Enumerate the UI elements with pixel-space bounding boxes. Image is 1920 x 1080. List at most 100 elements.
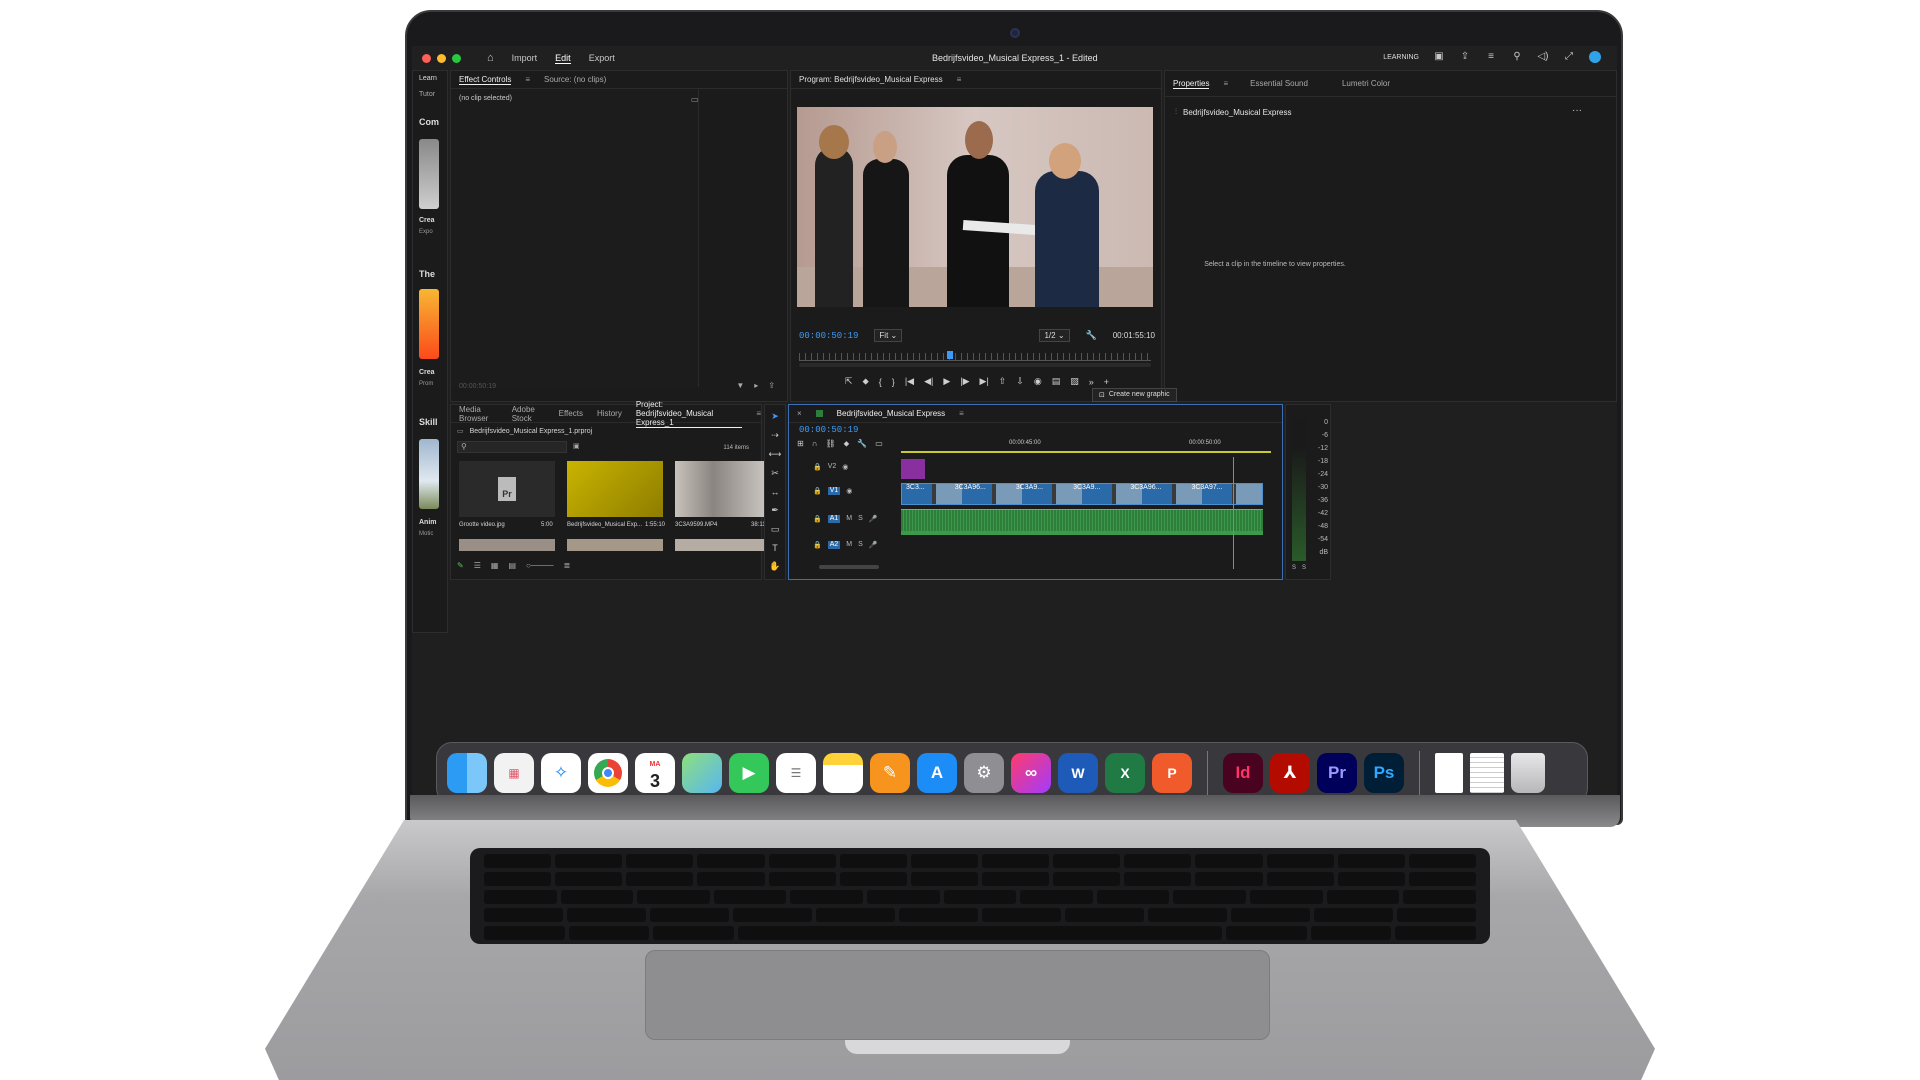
go-to-out-icon[interactable]: ▶| bbox=[980, 376, 989, 387]
track-name[interactable]: A1 bbox=[827, 515, 841, 523]
program-time-ruler[interactable] bbox=[799, 353, 1151, 361]
tab-history[interactable]: History bbox=[597, 409, 622, 418]
menu-lines-icon[interactable]: ≡ bbox=[1485, 51, 1497, 63]
export-frame-icon[interactable]: ⇪ bbox=[768, 381, 775, 390]
maps-icon[interactable] bbox=[682, 753, 722, 800]
fullscreen-icon[interactable]: ⤢ bbox=[1563, 51, 1575, 63]
solo-button[interactable]: S bbox=[858, 541, 863, 549]
step-forward-icon[interactable]: |▶ bbox=[960, 376, 969, 387]
trackpad[interactable] bbox=[645, 950, 1270, 1040]
mark-in-icon[interactable]: { bbox=[879, 377, 882, 387]
chrome-icon[interactable] bbox=[588, 753, 628, 800]
app-store-icon[interactable]: A bbox=[917, 753, 957, 793]
freeform-view-icon[interactable]: ▤ bbox=[508, 561, 516, 570]
panel-menu-icon[interactable]: ≡ bbox=[756, 409, 761, 418]
learn-item-title[interactable]: Crea bbox=[419, 217, 435, 224]
tab-effect-controls[interactable]: Effect Controls bbox=[459, 75, 512, 85]
tab-media-browser[interactable]: Media Browser bbox=[459, 405, 498, 423]
toggle-timeline-icon[interactable]: ▭ bbox=[691, 95, 699, 104]
more-icon[interactable]: » bbox=[1089, 377, 1094, 387]
meter-channel[interactable]: S bbox=[1292, 565, 1296, 571]
panel-menu-icon[interactable]: ≡ bbox=[525, 75, 530, 84]
microphone-icon[interactable]: 🎤 bbox=[869, 515, 878, 523]
volume-icon[interactable]: ◁) bbox=[1537, 51, 1549, 63]
a1-audio-clip[interactable] bbox=[901, 509, 1263, 531]
add-button-icon[interactable]: + bbox=[1104, 377, 1109, 387]
new-bin-icon[interactable]: ▣ bbox=[573, 442, 580, 450]
menu-import[interactable]: Import bbox=[512, 53, 538, 63]
timeline-scroll-bar[interactable] bbox=[819, 565, 879, 569]
mute-button[interactable]: M bbox=[846, 515, 852, 523]
slip-tool-icon[interactable]: ↔ bbox=[771, 487, 780, 497]
icon-view-icon[interactable]: ▦ bbox=[491, 561, 499, 570]
project-item-thumbnail[interactable] bbox=[675, 539, 771, 551]
panel-layout-icon[interactable]: ▣ bbox=[1433, 51, 1445, 63]
pages-icon[interactable]: ✎ bbox=[870, 753, 910, 793]
learn-item-title[interactable]: Crea bbox=[419, 369, 435, 376]
premiere-pro-icon[interactable]: Pr bbox=[1317, 753, 1357, 800]
solo-button[interactable]: S bbox=[858, 515, 863, 523]
ripple-edit-icon[interactable]: ⟷ bbox=[769, 449, 782, 460]
document-icon[interactable] bbox=[1435, 753, 1463, 793]
project-item-thumbnail[interactable] bbox=[567, 461, 663, 517]
sort-icon[interactable]: ≣ bbox=[564, 561, 571, 570]
launchpad-icon[interactable]: ▦ bbox=[494, 753, 534, 793]
rectangle-tool-icon[interactable]: ▭ bbox=[771, 524, 780, 535]
work-area-bar[interactable] bbox=[901, 451, 1271, 453]
v1-clip-track[interactable]: 3C3... 3C3A96... 3C3A9... 3C3A9... 3C3A9… bbox=[901, 483, 1263, 505]
lock-icon[interactable]: 🔒 bbox=[813, 463, 822, 471]
lift-clip-icon[interactable]: ⇧ bbox=[999, 376, 1007, 387]
extract-icon[interactable]: ⇩ bbox=[1016, 376, 1024, 387]
tab-project[interactable]: Project: Bedrijfsvideo_Musical Express_1 bbox=[635, 400, 743, 428]
avatar[interactable] bbox=[1589, 51, 1601, 63]
mark-out-icon[interactable]: } bbox=[892, 377, 895, 387]
tab-adobe-stock[interactable]: Adobe Stock bbox=[512, 405, 545, 423]
step-back-icon[interactable]: ◀| bbox=[924, 376, 933, 387]
insert-nest-icon[interactable]: ⊞ bbox=[797, 439, 804, 449]
project-item-thumbnail[interactable] bbox=[459, 539, 555, 551]
razor-icon[interactable]: ✂ bbox=[771, 468, 779, 479]
play-icon[interactable]: ▶ bbox=[943, 376, 950, 387]
close-icon[interactable]: × bbox=[797, 409, 802, 418]
photoshop-icon[interactable]: Ps bbox=[1364, 753, 1404, 800]
mute-button[interactable]: M bbox=[846, 541, 852, 549]
eye-icon[interactable]: ◉ bbox=[846, 487, 852, 495]
word-icon[interactable]: W bbox=[1058, 753, 1098, 800]
zoom-window-button[interactable] bbox=[452, 53, 461, 63]
more-options-icon[interactable]: ··· bbox=[1572, 105, 1582, 116]
learn-thumbnail[interactable] bbox=[419, 439, 439, 509]
workspace-label[interactable]: LEARNING bbox=[1383, 54, 1419, 61]
learn-thumbnail[interactable] bbox=[419, 139, 439, 209]
lift-icon[interactable]: ⇱ bbox=[845, 376, 853, 387]
powerpoint-icon[interactable]: P bbox=[1152, 753, 1192, 800]
timeline-timecode[interactable]: 00:00:50:19 bbox=[799, 425, 858, 435]
multicam-icon[interactable]: ▧ bbox=[1070, 376, 1079, 387]
program-monitor-title[interactable]: Program: Bedrijfsvideo_Musical Express bbox=[799, 75, 943, 84]
finder-icon[interactable] bbox=[447, 753, 487, 800]
panel-menu-icon[interactable]: ≡ bbox=[1223, 79, 1228, 88]
calendar-icon[interactable]: MA 3 bbox=[635, 753, 675, 800]
close-window-button[interactable] bbox=[422, 53, 431, 63]
creative-cloud-icon[interactable]: ∞ bbox=[1011, 753, 1051, 800]
track-name[interactable]: A2 bbox=[827, 541, 841, 549]
tab-source[interactable]: Source: (no clips) bbox=[544, 75, 606, 84]
linked-selection-icon[interactable]: ⛓ bbox=[825, 439, 835, 449]
acrobat-icon[interactable]: ⅄ bbox=[1270, 753, 1310, 793]
type-tool-icon[interactable]: T bbox=[772, 543, 778, 553]
track-name[interactable]: V2 bbox=[828, 463, 837, 471]
program-playhead[interactable] bbox=[947, 351, 953, 359]
settings-wrench-icon[interactable]: 🔧 bbox=[857, 439, 867, 449]
zoom-slider[interactable]: ○──── bbox=[526, 561, 554, 570]
tab-properties[interactable]: Properties bbox=[1173, 79, 1210, 89]
track-name[interactable]: V1 bbox=[827, 487, 841, 495]
panel-menu-icon[interactable]: ≡ bbox=[959, 409, 964, 418]
pen-tool-icon[interactable]: ✒ bbox=[771, 505, 779, 516]
learn-thumbnail[interactable] bbox=[419, 289, 439, 359]
share-icon[interactable]: ⇪ bbox=[1459, 51, 1471, 63]
marker-icon[interactable]: ⬥ bbox=[862, 376, 868, 387]
program-video-frame[interactable] bbox=[797, 107, 1153, 307]
facetime-icon[interactable]: ▶ bbox=[729, 753, 769, 793]
v2-graphic-clip[interactable] bbox=[901, 459, 925, 479]
lock-icon[interactable]: 🔒 bbox=[813, 487, 822, 495]
pencil-icon[interactable]: ✎ bbox=[457, 561, 464, 570]
